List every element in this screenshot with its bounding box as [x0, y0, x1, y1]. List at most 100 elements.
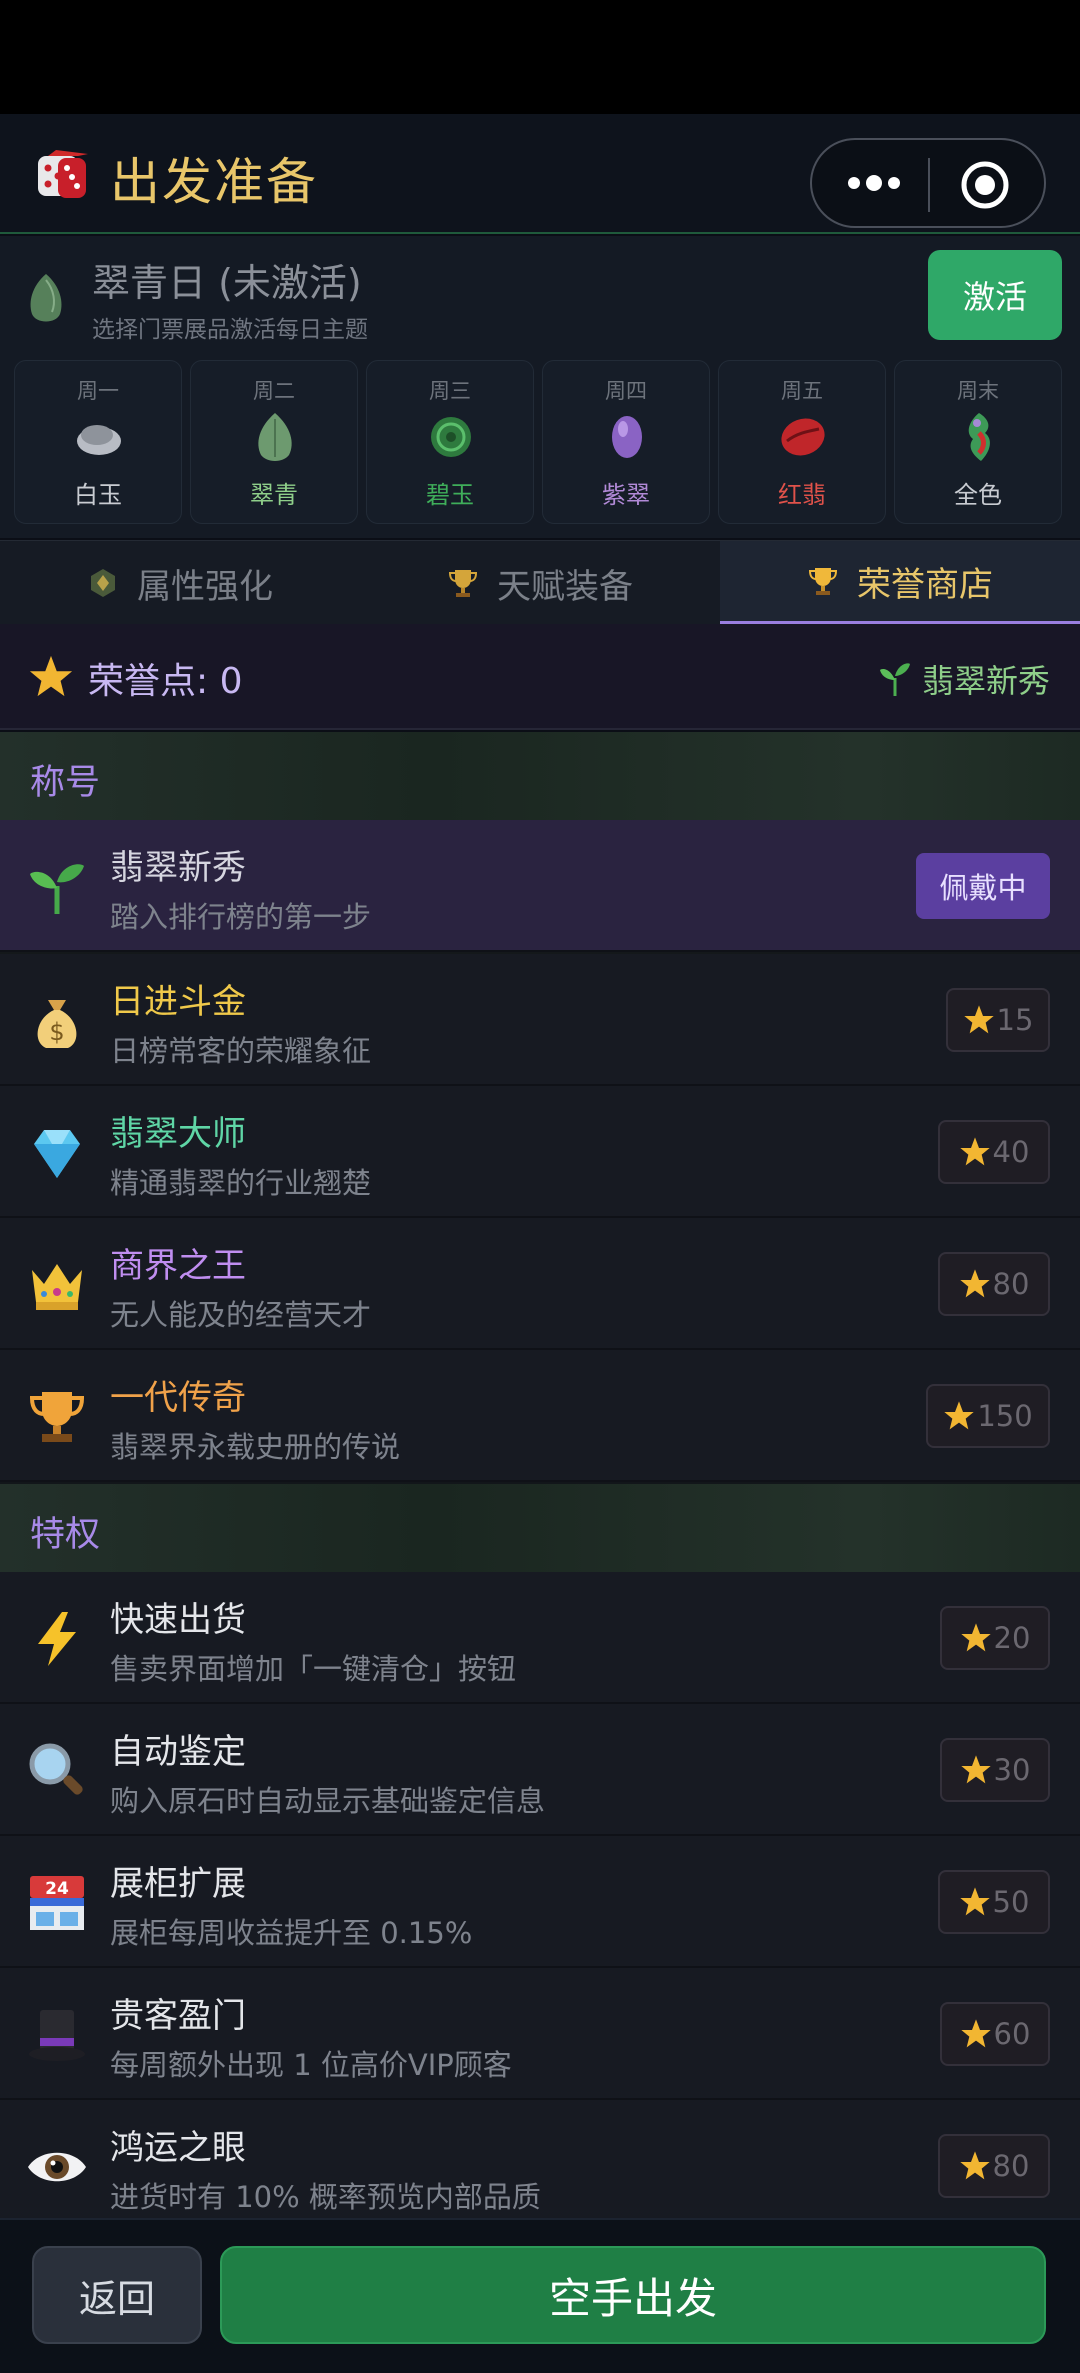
tab-talent-equipment[interactable]: 天赋装备 [360, 541, 720, 625]
close-target-icon[interactable] [960, 160, 1010, 210]
tab-attribute-upgrade[interactable]: 属性强化 [0, 541, 360, 625]
item-desc: 进货时有 10% 概率预览内部品质 [110, 2180, 541, 2214]
perk-item[interactable]: 快速出货 售卖界面增加「一键清仓」按钮 20 [0, 1572, 1080, 1704]
day-label: 白玉 [74, 481, 122, 509]
crown-icon [32, 1264, 82, 1310]
day-card-tue[interactable]: 周二 翠青 [190, 360, 358, 524]
price-value: 80 [992, 1267, 1030, 1301]
item-name: 一代传奇 [110, 1378, 246, 1418]
day-label: 紫翠 [602, 481, 650, 509]
tab-bar: 属性强化 天赋装备 荣誉商店 [0, 540, 1080, 625]
svg-text:$: $ [49, 1018, 64, 1046]
purple-jade-icon [612, 416, 642, 458]
price-button[interactable]: 150 [926, 1384, 1050, 1448]
red-jade-icon [781, 418, 825, 456]
price-button[interactable]: 40 [938, 1120, 1050, 1184]
item-desc: 日榜常客的荣耀象征 [110, 1034, 372, 1068]
price-button[interactable]: 80 [938, 2134, 1050, 2198]
price-button[interactable]: 50 [938, 1870, 1050, 1934]
item-desc: 翡翠界永载史册的传说 [110, 1430, 401, 1464]
jade-disc-icon [431, 417, 471, 457]
tab-honor-shop[interactable]: 荣誉商店 [720, 541, 1080, 625]
star-icon [944, 1401, 974, 1430]
current-title: 翡翠新秀 [878, 656, 1050, 702]
mini-program-capsule [810, 138, 1046, 228]
current-title-label: 翡翠新秀 [921, 662, 1050, 700]
star-icon [963, 1005, 994, 1034]
svg-text:24: 24 [45, 1879, 69, 1899]
price-value: 80 [992, 2149, 1030, 2183]
tab-label: 天赋装备 [497, 566, 633, 607]
item-name: 日进斗金 [110, 982, 246, 1022]
price-button[interactable]: 20 [940, 1606, 1050, 1670]
diamond-icon [34, 1130, 80, 1178]
day-card-thu[interactable]: 周四 紫翠 [542, 360, 710, 524]
bottom-action-bar: 返回 空手出发 [0, 2218, 1080, 2373]
star-icon [960, 1623, 991, 1652]
titles-section-header: 称号 [0, 732, 1080, 820]
perk-item[interactable]: 自动鉴定 购入原石时自动显示基础鉴定信息 30 [0, 1704, 1080, 1836]
title-item[interactable]: $ 日进斗金 日榜常客的荣耀象征 15 [0, 954, 1080, 1086]
eye-icon [28, 2152, 86, 2182]
honor-points-bar: 荣誉点: 0 翡翠新秀 [0, 624, 1080, 730]
item-desc: 每周额外出现 1 位高价VIP顾客 [110, 2048, 512, 2082]
star-icon [29, 655, 73, 697]
price-value: 20 [993, 1621, 1031, 1655]
trophy-icon [808, 568, 838, 595]
jade-gem-icon [30, 274, 62, 322]
title-item[interactable]: 翡翠大师 精通翡翠的行业翘楚 40 [0, 1086, 1080, 1218]
star-icon [959, 1137, 990, 1166]
day-card-weekend[interactable]: 周末 全色 [894, 360, 1062, 524]
green-jade-icon [258, 413, 292, 461]
honor-points: 荣誉点: 0 [88, 661, 243, 702]
item-name: 鸿运之眼 [110, 2128, 246, 2168]
item-name: 自动鉴定 [110, 1732, 246, 1772]
star-icon [959, 1269, 990, 1298]
star-icon [959, 2151, 990, 2180]
activate-button[interactable]: 激活 [928, 250, 1062, 340]
perk-item[interactable]: 24 展柜扩展 展柜每周收益提升至 0.15% 50 [0, 1836, 1080, 1968]
star-icon [960, 1755, 991, 1784]
price-button[interactable]: 60 [940, 2002, 1050, 2066]
day-label: 翠青 [250, 481, 298, 509]
trophy-icon [448, 570, 478, 597]
item-desc: 踏入排行榜的第一步 [110, 900, 372, 934]
top-hat-icon [29, 2010, 85, 2061]
daily-theme-panel: 翠青日 (未激活) 选择门票展品激活每日主题 激活 周一 白玉 周二 翠青 周三… [0, 236, 1080, 538]
item-name: 商界之王 [110, 1246, 246, 1286]
depart-button[interactable]: 空手出发 [220, 2246, 1046, 2344]
price-value: 50 [992, 1885, 1030, 1919]
price-button[interactable]: 30 [940, 1738, 1050, 1802]
section-title: 特权 [30, 1515, 101, 1555]
theme-name: 翠青日 (未激活) [92, 261, 362, 305]
day-name: 周末 [957, 379, 999, 403]
section-title: 称号 [30, 763, 101, 803]
weekday-theme-list: 周一 白玉 周二 翠青 周三 碧玉 周四 紫翠 周五 红翡 周末 全色 [14, 360, 1074, 524]
price-button[interactable]: 80 [938, 1252, 1050, 1316]
title-item[interactable]: 翡翠新秀 踏入排行榜的第一步 佩戴中 [0, 820, 1080, 952]
back-button[interactable]: 返回 [32, 2246, 202, 2344]
title-item[interactable]: 一代传奇 翡翠界永载史册的传说 150 [0, 1350, 1080, 1482]
perk-item[interactable]: 鸿运之眼 进货时有 10% 概率预览内部品质 80 [0, 2100, 1080, 2218]
price-button[interactable]: 15 [946, 988, 1050, 1052]
gear-gem-icon [91, 569, 115, 597]
day-name: 周二 [253, 379, 295, 403]
day-card-wed[interactable]: 周三 碧玉 [366, 360, 534, 524]
title-item[interactable]: 商界之王 无人能及的经营天才 80 [0, 1218, 1080, 1350]
price-value: 150 [977, 1399, 1033, 1433]
store-24-icon: 24 [30, 1876, 84, 1930]
day-label: 碧玉 [426, 481, 474, 509]
perk-item[interactable]: 贵客盈门 每周额外出现 1 位高价VIP顾客 60 [0, 1968, 1080, 2100]
magnifier-icon [29, 1743, 83, 1795]
more-icon[interactable] [844, 168, 904, 198]
day-card-mon[interactable]: 周一 白玉 [14, 360, 182, 524]
day-name: 周三 [429, 379, 471, 403]
money-bag-icon: $ [37, 1000, 77, 1048]
sprout-icon [30, 864, 84, 914]
trophy-icon [29, 1392, 85, 1442]
day-card-fri[interactable]: 周五 红翡 [718, 360, 886, 524]
status-bar [0, 0, 1080, 114]
shop-scroll-area[interactable]: 称号 翡翠新秀 踏入排行榜的第一步 佩戴中 $ 日进斗金 日榜常客的荣耀象征 1… [0, 732, 1080, 2218]
item-desc: 展柜每周收益提升至 0.15% [110, 1916, 473, 1950]
page-title: 出发准备 [110, 153, 318, 211]
